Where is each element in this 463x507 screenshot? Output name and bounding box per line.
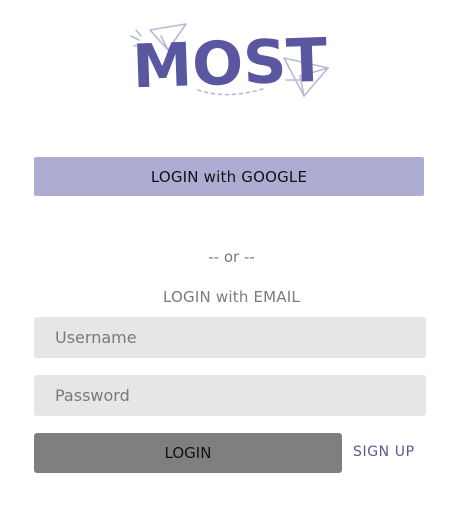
- login-with-google-label: LOGIN with GOOGLE: [150, 167, 308, 186]
- most-logo: MOST: [128, 18, 333, 100]
- login-with-email-heading: LOGIN with EMAIL: [163, 288, 300, 306]
- password-input[interactable]: [34, 375, 426, 416]
- logo-wordmark: MOST: [131, 26, 328, 100]
- login-button[interactable]: LOGIN: [34, 433, 342, 473]
- login-button-label: LOGIN: [164, 444, 212, 462]
- login-page: MOST LOGIN with GOOGLE -- or -- LOGIN wi…: [0, 0, 463, 507]
- or-divider: -- or --: [208, 248, 255, 266]
- sign-up-link[interactable]: SIGN UP: [353, 444, 415, 460]
- login-with-google-button[interactable]: LOGIN with GOOGLE: [34, 157, 424, 196]
- username-input[interactable]: [34, 317, 426, 358]
